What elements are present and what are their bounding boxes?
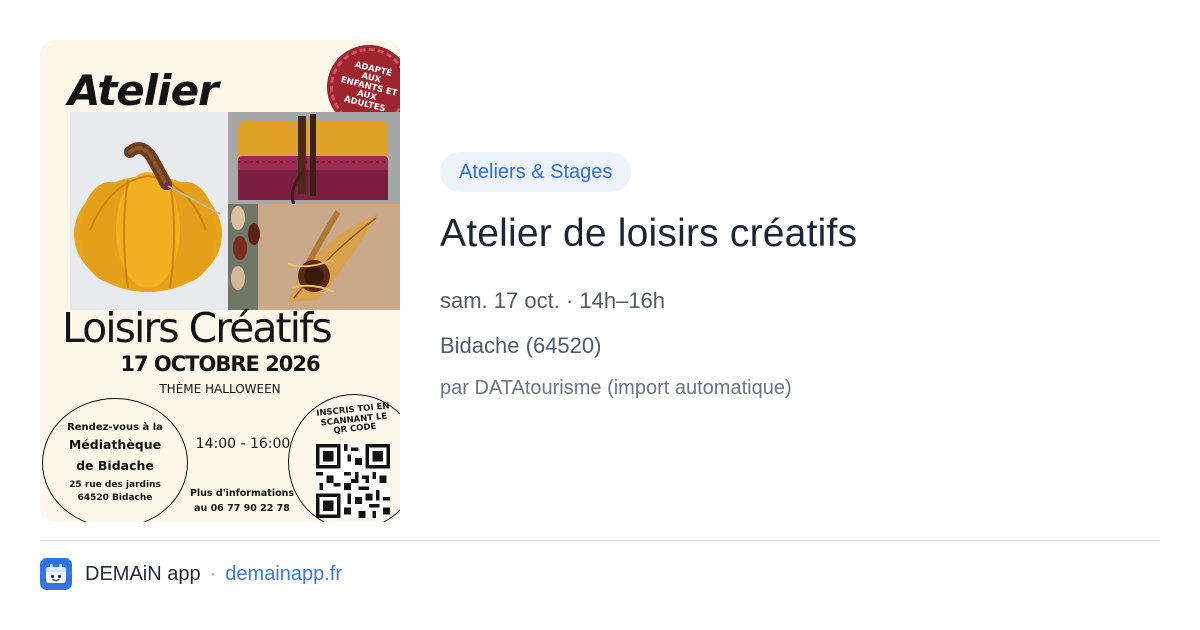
footer: DEMAiN app · demainapp.fr xyxy=(40,558,342,590)
poster-date: 17 OCTOBRE 2026 xyxy=(120,352,320,376)
qr-code-icon[interactable] xyxy=(316,444,390,518)
category-badge[interactable]: Ateliers & Stages xyxy=(440,152,632,192)
event-date-time: sam. 17 oct. · 14h–16h xyxy=(440,288,666,313)
poster-title-atelier: Atelier xyxy=(68,66,219,115)
poster-title-loisirs: Loisirs Créatifs xyxy=(62,304,333,352)
poster-info-line2: au 06 77 90 22 78 xyxy=(194,503,290,514)
poster-info-line1: Plus d'informations xyxy=(189,488,295,499)
poster-hours: 14:00 - 16:00 xyxy=(195,436,291,452)
poster-rendezvous: Rendez-vous à la xyxy=(67,421,163,433)
poster-venue-circle: Rendez-vous à la Médiathèque de Bidache … xyxy=(42,398,188,522)
poster-venue-line1: Médiathèque xyxy=(68,436,162,452)
poster-info: Plus d'informations au 06 77 90 22 78 xyxy=(172,486,312,516)
footer-separator: · xyxy=(209,562,217,585)
demain-app-icon xyxy=(40,558,72,590)
event-source: par DATAtourisme (import automatique) xyxy=(440,377,792,399)
poster-address-line2: 64520 Bidache xyxy=(77,492,153,503)
app-website-link[interactable]: demainapp.fr xyxy=(225,563,342,586)
app-name: DEMAiN app xyxy=(85,562,201,585)
poster-photo-leaf xyxy=(228,204,400,310)
poster-venue-line2: de Bidache xyxy=(76,457,154,473)
event-poster-image[interactable]: Atelier ADAPTÉ AUX ENFANTS ET AUX ADULTE… xyxy=(40,40,400,522)
poster-seal-text: ADAPTÉ AUX ENFANTS ET AUX ADULTES xyxy=(339,59,399,114)
poster-photo-pumpkin xyxy=(70,112,228,310)
poster-address-line1: 25 rue des jardins xyxy=(69,479,161,490)
poster-photo-pouch xyxy=(228,112,400,204)
event-title: Atelier de loisirs créatifs xyxy=(440,212,858,255)
footer-divider xyxy=(40,540,1160,541)
event-location: Bidache (64520) xyxy=(440,333,602,358)
